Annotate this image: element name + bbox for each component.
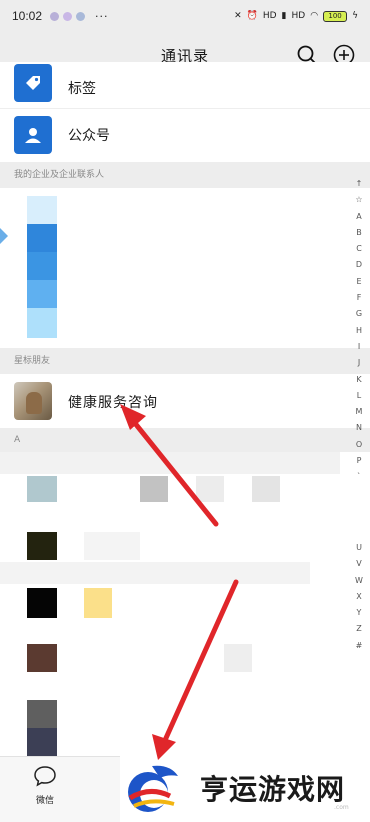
annotation-arrows xyxy=(120,404,239,760)
arrow-to-contact-icon xyxy=(120,404,219,527)
arrow-to-tabbar-icon xyxy=(152,579,239,760)
